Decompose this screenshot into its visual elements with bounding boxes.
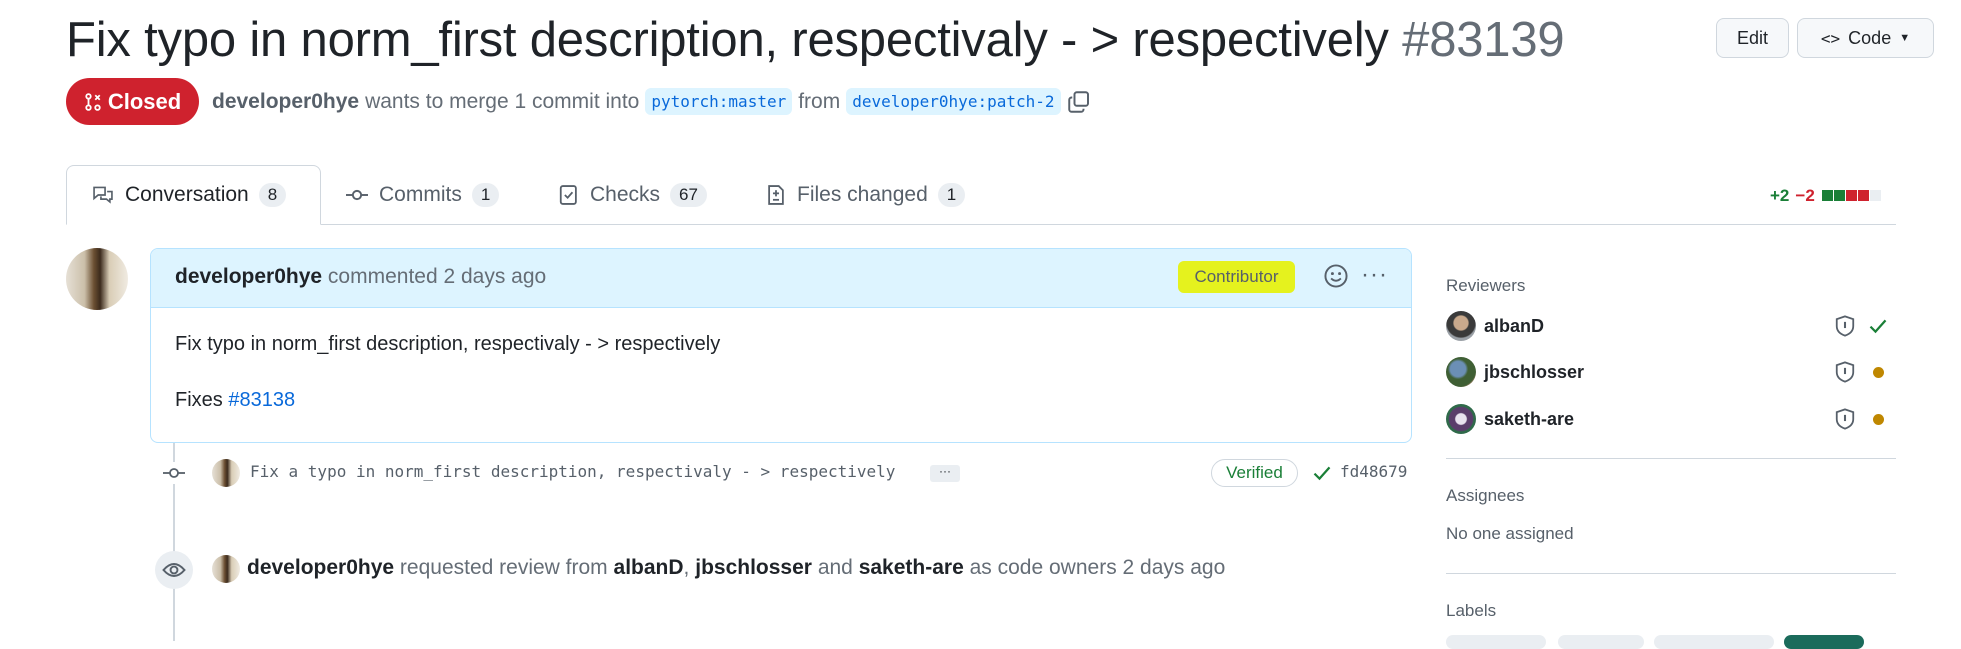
pull-request-closed-icon xyxy=(85,92,101,111)
comment-body: Fix typo in norm_first description, resp… xyxy=(175,333,721,355)
assignees-value: No one assigned xyxy=(1446,524,1574,543)
status-badge-closed: Closed xyxy=(66,78,199,125)
reviewer-row[interactable]: saketh-are xyxy=(1446,404,1574,434)
reviewer-name: saketh-are xyxy=(1484,408,1575,429)
pending-dot xyxy=(1873,414,1884,425)
shield-icon[interactable] xyxy=(1834,407,1856,431)
tab-commits-label: Commits xyxy=(379,183,462,206)
code-icon: <> xyxy=(1820,28,1841,48)
avatar[interactable] xyxy=(212,555,240,583)
label-pill[interactable] xyxy=(1654,635,1774,649)
label-pill[interactable] xyxy=(1558,635,1644,649)
tab-conversation-count: 8 xyxy=(258,183,287,207)
pr-meta: developer0hye wants to merge 1 commit in… xyxy=(212,88,1091,115)
checklist-icon xyxy=(559,185,577,205)
check-icon xyxy=(1313,466,1331,481)
code-button-label: Code xyxy=(1848,27,1892,48)
deletions-count: −2 xyxy=(1795,186,1815,205)
event-reviewer[interactable]: albanD xyxy=(614,556,684,579)
avatar xyxy=(1446,311,1476,341)
event-timestamp[interactable]: as code owners 2 days ago xyxy=(970,556,1226,579)
assignees-heading[interactable]: Assignees xyxy=(1446,486,1524,506)
tab-commits-count: 1 xyxy=(471,183,500,207)
git-commit-icon xyxy=(346,189,368,201)
tab-files-changed-count: 1 xyxy=(937,183,966,207)
tab-checks-label: Checks xyxy=(590,183,661,206)
expand-commit-button[interactable]: ··· xyxy=(930,465,960,482)
event-text: requested review from xyxy=(399,556,608,579)
event-reviewer[interactable]: jbschlosser xyxy=(695,556,812,579)
additions-count: +2 xyxy=(1770,186,1790,205)
caret-down-icon: ▼ xyxy=(1899,32,1911,44)
tab-commits[interactable]: Commits 1 xyxy=(345,165,500,225)
git-commit-icon xyxy=(163,462,185,484)
tab-files-changed-label: Files changed xyxy=(797,183,928,206)
fixes-prefix: Fixes xyxy=(175,389,223,411)
smiley-icon[interactable] xyxy=(1323,263,1349,289)
merge-text: wants to merge 1 commit into xyxy=(365,89,640,113)
sidebar-divider xyxy=(1446,573,1896,574)
base-branch[interactable]: pytorch:master xyxy=(645,88,793,115)
avatar[interactable] xyxy=(212,459,240,487)
reviewer-row[interactable]: albanD xyxy=(1446,311,1544,341)
event-actor[interactable]: developer0hye xyxy=(247,556,394,579)
avatar[interactable] xyxy=(66,248,128,310)
pr-title: Fix typo in norm_first description, resp… xyxy=(66,12,1565,68)
tab-conversation-label: Conversation xyxy=(125,183,249,206)
reviewers-heading[interactable]: Reviewers xyxy=(1446,276,1525,296)
avatar xyxy=(1446,357,1476,387)
copy-icon[interactable] xyxy=(1067,90,1091,114)
head-branch[interactable]: developer0hye:patch-2 xyxy=(846,88,1061,115)
pr-author-link[interactable]: developer0hye xyxy=(212,90,359,114)
tabs-divider xyxy=(66,224,1896,225)
comment-box: developer0hye commented 2 days ago Contr… xyxy=(150,248,1412,443)
tab-checks-count: 67 xyxy=(670,183,707,207)
comment-author[interactable]: developer0hye xyxy=(175,265,322,288)
pr-number: #83139 xyxy=(1402,13,1565,67)
tab-files-changed[interactable]: Files changed 1 xyxy=(765,165,966,225)
contributor-badge: Contributor xyxy=(1178,261,1295,293)
from-text: from xyxy=(798,89,841,113)
issue-link[interactable]: #83138 xyxy=(228,389,295,411)
comment-discussion-icon xyxy=(93,186,113,204)
event-separator: , xyxy=(683,556,690,579)
reviewer-row[interactable]: jbschlosser xyxy=(1446,357,1584,387)
labels-heading[interactable]: Labels xyxy=(1446,601,1496,621)
review-request-event: developer0hye requested review from alba… xyxy=(247,556,1225,580)
shield-icon[interactable] xyxy=(1834,360,1856,384)
pr-title-text: Fix typo in norm_first description, resp… xyxy=(66,13,1389,67)
shield-icon[interactable] xyxy=(1834,314,1856,338)
check-icon xyxy=(1869,319,1887,334)
diffstat-bar xyxy=(1821,186,1881,206)
commit-message[interactable]: Fix a typo in norm_first description, re… xyxy=(250,462,895,481)
comment-header: developer0hye commented 2 days ago Contr… xyxy=(151,249,1411,308)
tab-checks[interactable]: Checks 67 xyxy=(558,165,707,225)
pending-dot xyxy=(1873,367,1884,378)
event-reviewer[interactable]: saketh-are xyxy=(859,556,964,579)
reviewer-name: albanD xyxy=(1484,315,1545,336)
code-button[interactable]: <> Code ▼ xyxy=(1797,18,1934,58)
kebab-menu-icon[interactable]: ··· xyxy=(1361,261,1388,289)
label-pill[interactable] xyxy=(1784,635,1864,649)
commit-sha[interactable]: fd48679 xyxy=(1340,462,1407,481)
status-label: Closed xyxy=(107,88,182,114)
label-pill[interactable] xyxy=(1446,635,1546,649)
comment-timestamp[interactable]: commented 2 days ago xyxy=(328,265,546,288)
file-diff-icon xyxy=(768,185,784,205)
comment-fixes: Fixes #83138 xyxy=(175,389,295,412)
verified-badge[interactable]: Verified xyxy=(1211,459,1298,487)
tab-conversation[interactable]: Conversation 8 xyxy=(66,165,321,225)
review-request-badge xyxy=(155,551,193,589)
reviewer-name: jbschlosser xyxy=(1484,361,1585,382)
avatar xyxy=(1446,404,1476,434)
diffstat: +2 −2 xyxy=(1770,186,1881,206)
eye-icon xyxy=(162,563,186,577)
edit-button[interactable]: Edit xyxy=(1716,18,1789,58)
sidebar-divider xyxy=(1446,458,1896,459)
event-and: and xyxy=(817,556,853,579)
comment-author-line: developer0hye commented 2 days ago xyxy=(175,265,546,289)
